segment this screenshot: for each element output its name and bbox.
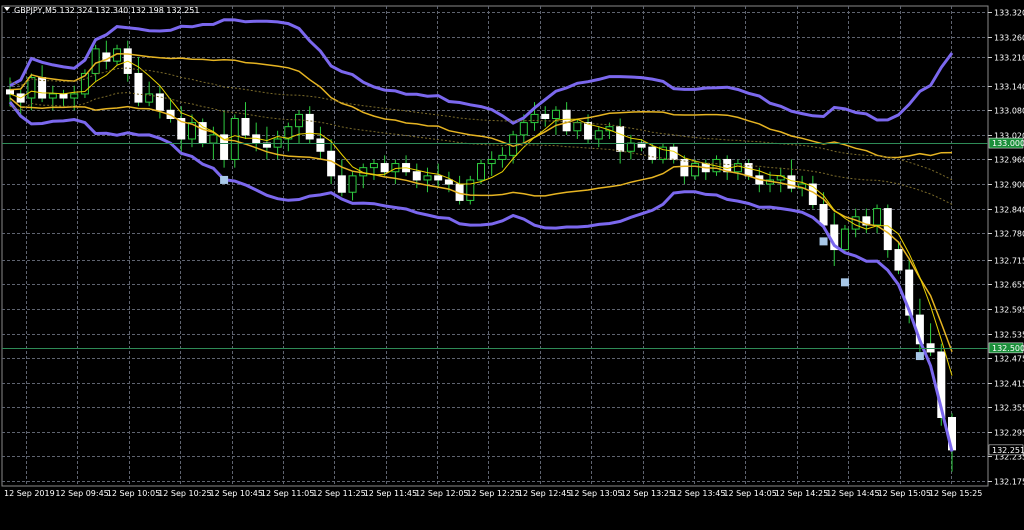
x-tick-label: 12 Sep 10:05 bbox=[107, 489, 160, 498]
x-tick-label: 12 Sep 14:05 bbox=[723, 489, 776, 498]
y-tick-label: 132.175 bbox=[994, 478, 1024, 487]
x-tick-label: 12 Sep 11:05 bbox=[261, 489, 314, 498]
candle-body bbox=[680, 158, 689, 177]
candle-body bbox=[873, 208, 882, 226]
candle-body bbox=[819, 204, 828, 226]
price-chart: 133.320 133.260 133.210 133.140 133.080 133.0… bbox=[0, 0, 1024, 530]
candle-body bbox=[91, 48, 100, 74]
candle-body bbox=[594, 130, 603, 140]
candle-body bbox=[648, 146, 657, 160]
x-tick-label: 12 Sep 12:25 bbox=[466, 489, 519, 498]
plot-area bbox=[1, 5, 989, 487]
y-tick-label: 132.655 bbox=[994, 281, 1024, 290]
y-tick-label: 132.960 bbox=[994, 156, 1024, 165]
candle-body bbox=[926, 343, 935, 353]
candle-body bbox=[626, 142, 635, 152]
candle-body bbox=[551, 109, 560, 119]
x-tick-label: 12 Sep 12:05 bbox=[415, 489, 468, 498]
candle-body bbox=[883, 208, 892, 251]
candle-body bbox=[616, 126, 625, 152]
y-tick-label: 133.210 bbox=[994, 54, 1024, 63]
x-tick-label: 12 Sep 14:25 bbox=[775, 489, 828, 498]
candle-body bbox=[530, 113, 539, 124]
x-tick-label: 12 Sep 14:45 bbox=[826, 489, 879, 498]
candle-body bbox=[840, 228, 849, 251]
x-tick-label: 12 Sep 15:05 bbox=[878, 489, 931, 498]
candle-body bbox=[198, 122, 207, 144]
y-tick-label: 133.260 bbox=[994, 34, 1024, 43]
candle-body bbox=[562, 109, 571, 132]
candle-body bbox=[573, 122, 582, 132]
candle-body bbox=[519, 122, 528, 136]
y-tick-label: 132.535 bbox=[994, 331, 1024, 340]
x-tick-label: 12 Sep 10:45 bbox=[210, 489, 263, 498]
symbol-header: GBPJPY,M5 132.324 132.340 132.198 132.25… bbox=[14, 6, 199, 15]
candle-body bbox=[412, 171, 421, 181]
x-tick-label: 12 Sep 2019 bbox=[4, 489, 55, 498]
candle-body bbox=[305, 113, 314, 140]
candle-body bbox=[541, 113, 550, 119]
price-label: 132.500 bbox=[992, 344, 1024, 353]
price-label: 132.251 bbox=[992, 446, 1024, 455]
x-tick-label: 12 Sep 13:45 bbox=[672, 489, 725, 498]
candle-body bbox=[423, 175, 432, 181]
candle-body bbox=[477, 163, 485, 181]
candle-body bbox=[59, 93, 68, 99]
x-tick-label: 12 Sep 11:25 bbox=[312, 489, 365, 498]
candle-body bbox=[230, 117, 239, 160]
y-tick-label: 132.900 bbox=[994, 181, 1024, 190]
candle-body bbox=[369, 163, 378, 169]
candle-body bbox=[134, 72, 143, 103]
candle-body bbox=[498, 154, 507, 160]
candle-body bbox=[348, 175, 357, 193]
candle-body bbox=[241, 117, 250, 136]
candle-body bbox=[295, 113, 304, 128]
x-tick-label: 12 Sep 12:45 bbox=[518, 489, 571, 498]
signal-marker bbox=[220, 175, 229, 184]
candle-body bbox=[6, 89, 14, 95]
y-tick-label: 132.595 bbox=[994, 306, 1024, 315]
chart-canvas: 133.320 133.260 133.210 133.140 133.080 133.0… bbox=[1, 5, 1024, 498]
candle-body bbox=[316, 138, 325, 152]
x-tick-label: 12 Sep 13:25 bbox=[621, 489, 674, 498]
candle-body bbox=[487, 158, 496, 165]
signal-marker bbox=[915, 352, 924, 361]
x-tick-label: 12 Sep 11:45 bbox=[364, 489, 417, 498]
y-tick-label: 133.320 bbox=[994, 9, 1024, 18]
y-tick-label: 132.715 bbox=[994, 257, 1024, 266]
candle-body bbox=[894, 249, 903, 271]
candle-body bbox=[48, 93, 57, 99]
candle-body bbox=[434, 175, 443, 181]
candle-body bbox=[209, 134, 218, 144]
x-tick-label: 12 Sep 10:25 bbox=[158, 489, 211, 498]
candle-body bbox=[70, 93, 79, 99]
y-tick-label: 132.295 bbox=[994, 429, 1024, 438]
y-tick-label: 132.475 bbox=[994, 355, 1024, 364]
signal-marker bbox=[840, 278, 849, 287]
x-tick-label: 12 Sep 15:25 bbox=[929, 489, 982, 498]
y-tick-label: 132.355 bbox=[994, 404, 1024, 413]
y-tick-label: 132.780 bbox=[994, 230, 1024, 239]
x-tick-label: 12 Sep 09:45 bbox=[55, 489, 108, 498]
candle-body bbox=[380, 163, 389, 173]
y-tick-label: 133.140 bbox=[994, 83, 1024, 92]
candle-body bbox=[337, 175, 346, 193]
signal-marker bbox=[819, 237, 828, 246]
y-tick-label: 133.080 bbox=[994, 107, 1024, 116]
candle-body bbox=[444, 179, 453, 185]
price-label: 133.000 bbox=[992, 139, 1024, 148]
x-tick-label: 12 Sep 13:05 bbox=[569, 489, 622, 498]
candle-body bbox=[327, 150, 336, 177]
y-tick-label: 132.415 bbox=[994, 380, 1024, 389]
candle-body bbox=[391, 163, 400, 173]
y-tick-label: 132.840 bbox=[994, 206, 1024, 215]
candle-body bbox=[691, 163, 700, 177]
